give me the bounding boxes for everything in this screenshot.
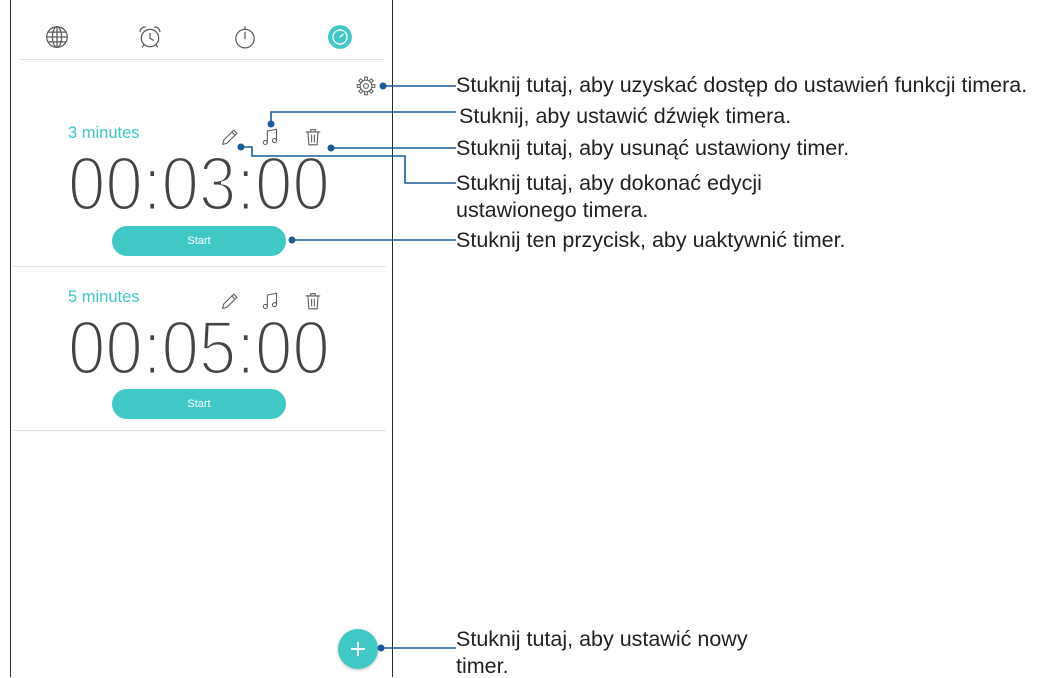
timer-time: 00:03:00 — [67, 142, 331, 227]
start-button[interactable]: Start — [112, 389, 286, 419]
tab-alarm[interactable] — [137, 24, 163, 50]
settings-button[interactable] — [355, 75, 377, 97]
callout-delete-text: Stuknij tutaj, aby usunąć ustawiony time… — [456, 136, 850, 160]
callout-edit-text-line2: ustawionego timera. — [456, 198, 649, 222]
callout-add-text-line2: timer. — [456, 654, 509, 678]
tab-world-clock[interactable] — [44, 24, 70, 50]
tab-bar-divider — [20, 59, 384, 60]
stopwatch-icon — [235, 26, 255, 49]
tab-timer[interactable] — [327, 24, 353, 50]
callout-edit-text-line1: Stuknij tutaj, aby dokonać edycji — [456, 171, 762, 195]
timer-icon — [328, 25, 352, 49]
timer-divider — [13, 430, 386, 431]
add-timer-button[interactable] — [338, 629, 378, 669]
globe-icon — [46, 26, 68, 48]
timer-time: 00:05:00 — [67, 306, 331, 391]
tab-stopwatch[interactable] — [232, 24, 258, 50]
callout-start-text: Stuknij ten przycisk, aby uaktywnić time… — [456, 228, 846, 252]
timer-label: 3 minutes — [68, 124, 140, 142]
callout-add-text-line1: Stuknij tutaj, aby ustawić nowy — [456, 627, 748, 651]
callout-settings-text: Stuknij tutaj, aby uzyskać dostęp do ust… — [456, 73, 1028, 97]
alarm-clock-icon — [139, 26, 161, 48]
gear-icon — [356, 76, 376, 96]
callout-sound-text: Stuknij, aby ustawić dźwięk timera. — [459, 104, 792, 128]
start-button[interactable]: Start — [112, 226, 286, 256]
timer-label: 5 minutes — [68, 288, 140, 306]
timer-divider — [13, 266, 386, 267]
phone-screen: 3 minutes 00:03:00 Start 5 minutes 00:05… — [10, 0, 393, 677]
